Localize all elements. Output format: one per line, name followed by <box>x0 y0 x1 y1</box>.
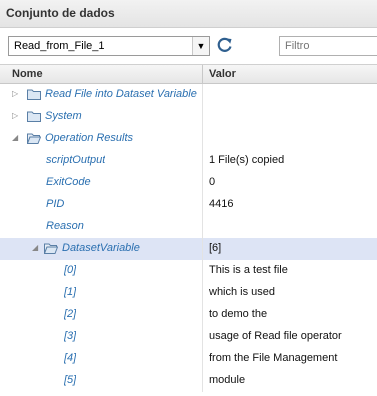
tree-row-name: [1] <box>64 286 77 298</box>
tree-row[interactable]: [3] usage of Read file operator <box>0 326 377 348</box>
tree-row-name: Operation Results <box>45 132 134 144</box>
tree-row[interactable]: PID 4416 <box>0 194 377 216</box>
tree-row[interactable]: ▷ Read File into Dataset Variable <box>0 84 377 106</box>
tree-row-value: This is a test file <box>209 264 288 276</box>
column-divider <box>202 172 203 194</box>
folder-icon <box>27 89 41 100</box>
expand-arrow-icon[interactable]: ▷ <box>12 90 20 98</box>
panel-title: Conjunto de dados <box>6 6 115 20</box>
value-column-header[interactable]: Valor <box>209 68 236 80</box>
collapse-arrow-icon[interactable]: ◢ <box>12 134 20 142</box>
column-divider <box>202 128 203 150</box>
column-divider <box>202 194 203 216</box>
dataset-select-value: Read_from_File_1 <box>14 40 105 52</box>
tree-row-name: System <box>45 110 82 122</box>
tree-row-value: 4416 <box>209 198 234 210</box>
tree-row[interactable]: ExitCode 0 <box>0 172 377 194</box>
tree-row-name: [0] <box>64 264 77 276</box>
name-column-header[interactable]: Nome <box>12 68 43 80</box>
column-divider <box>202 216 203 238</box>
tree-row[interactable]: [5] module <box>0 370 377 392</box>
toolbar: Read_from_File_1 ▼ <box>0 28 377 64</box>
collapse-arrow-icon[interactable]: ◢ <box>32 244 40 252</box>
column-divider <box>202 150 203 172</box>
folder-open-icon <box>44 243 58 254</box>
tree-row-name: ExitCode <box>46 176 91 188</box>
tree-row[interactable]: ▷ System <box>0 106 377 128</box>
column-divider <box>202 304 203 326</box>
column-divider <box>202 260 203 282</box>
tree-row-name: Reason <box>46 220 84 232</box>
tree-row-name: scriptOutput <box>46 154 106 166</box>
filter-input[interactable] <box>279 36 377 56</box>
tree-row-value: to demo the <box>209 308 268 320</box>
chevron-down-icon[interactable]: ▼ <box>192 37 209 55</box>
tree-row[interactable]: [4] from the File Management <box>0 348 377 370</box>
tree-row-value: module <box>209 374 246 386</box>
column-divider <box>202 106 203 128</box>
tree-row-name: Read File into Dataset Variable <box>45 88 197 100</box>
tree-row[interactable]: Reason <box>0 216 377 238</box>
expand-arrow-icon[interactable]: ▷ <box>12 112 20 120</box>
column-divider <box>202 348 203 370</box>
tree-row-name: DatasetVariable <box>62 242 140 254</box>
dataset-select[interactable]: Read_from_File_1 ▼ <box>8 36 210 56</box>
tree-row-value: which is used <box>209 286 276 298</box>
panel-header: Conjunto de dados <box>0 0 377 28</box>
tree-row-name: [4] <box>64 352 77 364</box>
tree-row[interactable]: ◢ Operation Results <box>0 128 377 150</box>
tree-row-selected[interactable]: ◢ DatasetVariable [6] <box>0 238 377 260</box>
tree-row[interactable]: [1] which is used <box>0 282 377 304</box>
tree-row-value: 0 <box>209 176 216 188</box>
tree-row-name: [2] <box>64 308 77 320</box>
column-divider <box>202 370 203 392</box>
column-divider <box>202 326 203 348</box>
refresh-icon[interactable] <box>214 34 236 56</box>
tree-row-value: [6] <box>209 242 222 254</box>
column-divider <box>202 84 203 106</box>
tree-row-value: 1 File(s) copied <box>209 154 285 166</box>
column-divider <box>202 238 203 260</box>
folder-icon <box>27 111 41 122</box>
tree-row-name: [3] <box>64 330 77 342</box>
tree-row[interactable]: scriptOutput 1 File(s) copied <box>0 150 377 172</box>
column-divider <box>202 65 203 84</box>
tree-row-value: usage of Read file operator <box>209 330 342 342</box>
column-divider <box>202 282 203 304</box>
tree-row[interactable]: [0] This is a test file <box>0 260 377 282</box>
tree-row-name: PID <box>46 198 65 210</box>
tree-row-value: from the File Management <box>209 352 338 364</box>
table-header: Nome Valor <box>0 64 377 84</box>
tree-row-name: [5] <box>64 374 77 386</box>
tree-row[interactable]: [2] to demo the <box>0 304 377 326</box>
folder-open-icon <box>27 133 41 144</box>
